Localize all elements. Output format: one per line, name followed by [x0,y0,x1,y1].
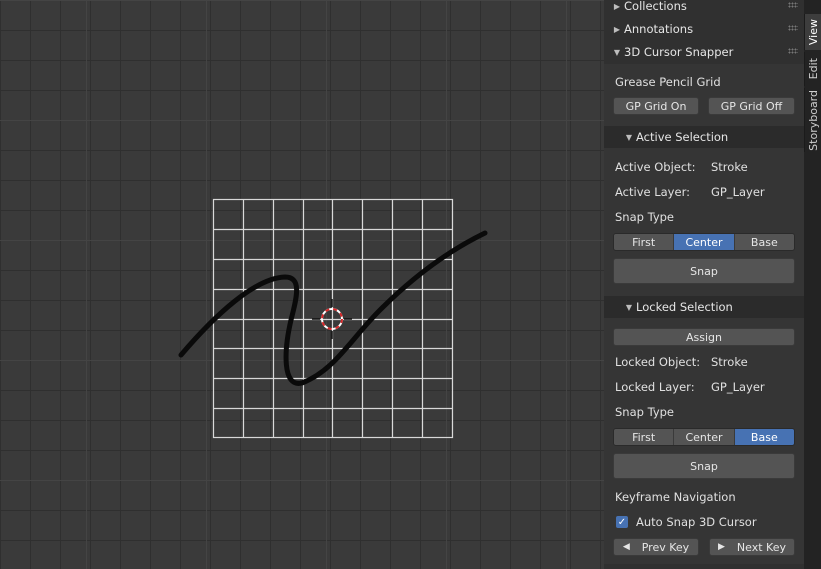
tab-view[interactable]: View [804,14,821,50]
locked-snap-type-selector: First Center Base [613,428,795,446]
active-layer-value: GP_Layer [711,185,765,199]
active-snap-button[interactable]: Snap [613,258,795,284]
expanded-triangle-icon: ▼ [613,47,621,57]
viewport-3d[interactable] [0,0,604,569]
next-key-button[interactable]: ▶ Next Key [709,538,795,556]
locked-snap-center[interactable]: Center [674,429,735,445]
assign-button[interactable]: Assign [613,328,795,346]
active-snap-base[interactable]: Base [734,234,794,250]
active-snap-type-selector: First Center Base [613,233,795,251]
checkmark-icon: ✓ [617,516,627,528]
panel-annotations[interactable]: ▶ Annotations [604,18,804,40]
collapsed-triangle-icon: ▶ [613,1,621,11]
drag-grip-icon[interactable] [788,2,798,8]
gp-grid-section [604,64,804,126]
active-object-value: Stroke [711,160,748,174]
viewport-canvas[interactable] [0,0,604,569]
drag-grip-icon[interactable] [788,25,798,31]
active-snap-first[interactable]: First [614,234,675,250]
locked-snap-type-label: Snap Type [615,405,675,419]
keyframe-navigation-label: Keyframe Navigation [615,490,736,504]
locked-layer-label: Locked Layer: [615,380,695,394]
prev-key-button[interactable]: ◀ Prev Key [613,538,699,556]
sidebar-panel: ▶ Collections ▶ Annotations ▼ 3D Cursor … [604,0,804,569]
locked-snap-button[interactable]: Snap [613,453,795,479]
gp-grid-off-button[interactable]: GP Grid Off [708,97,795,115]
auto-snap-label[interactable]: Auto Snap 3D Cursor [636,515,757,529]
tab-storyboard[interactable]: Storyboard [804,88,821,152]
panel-collections[interactable]: ▶ Collections [604,0,804,17]
gp-grid [212,198,454,439]
locked-snap-base[interactable]: Base [734,429,794,445]
drag-grip-icon[interactable] [788,48,798,54]
collapsed-triangle-icon: ▶ [613,24,621,34]
tab-edit[interactable]: Edit [804,52,821,86]
locked-object-label: Locked Object: [615,355,701,369]
gp-grid-on-button[interactable]: GP Grid On [613,97,699,115]
expanded-triangle-icon: ▼ [625,302,633,312]
locked-layer-value: GP_Layer [711,380,765,394]
sidebar-tabs: View Edit Storyboard [804,0,821,569]
locked-object-value: Stroke [711,355,748,369]
active-object-label: Active Object: [615,160,696,174]
play-reverse-icon: ◀ [622,542,630,552]
locked-snap-first[interactable]: First [614,429,675,445]
expanded-triangle-icon: ▼ [625,132,633,142]
subpanel-active-selection[interactable]: ▼ Active Selection [604,126,804,148]
active-layer-label: Active Layer: [615,185,690,199]
subpanel-locked-selection[interactable]: ▼ Locked Selection [604,296,804,318]
auto-snap-checkbox[interactable]: ✓ [616,516,628,528]
gp-grid-label: Grease Pencil Grid [615,75,721,89]
panel-3d-cursor-snapper[interactable]: ▼ 3D Cursor Snapper [604,41,804,63]
active-snap-type-label: Snap Type [615,210,675,224]
play-icon: ▶ [718,542,725,552]
active-snap-center[interactable]: Center [674,234,735,250]
